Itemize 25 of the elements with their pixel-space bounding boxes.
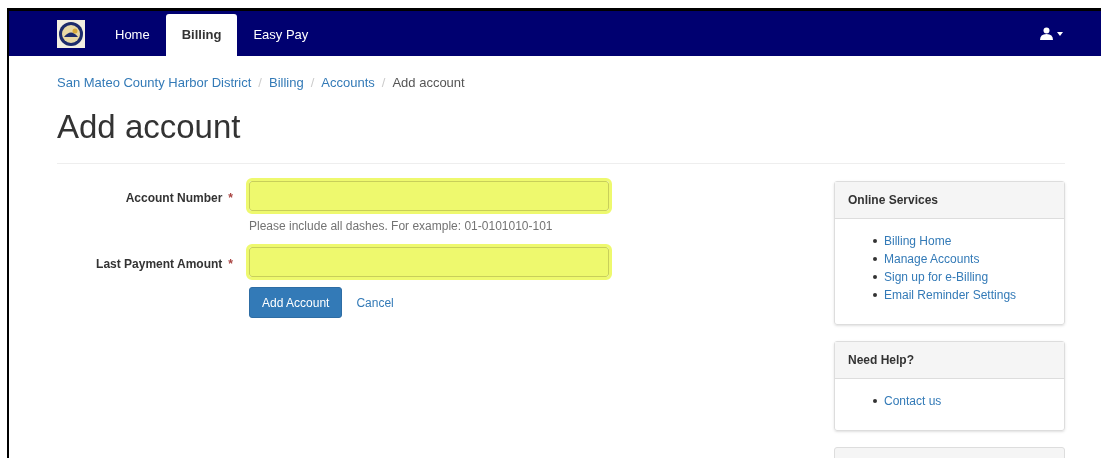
breadcrumb-current: Add account [392,74,465,93]
cancel-link[interactable]: Cancel [346,293,404,312]
nav-tab[interactable]: Easy Pay [237,14,325,56]
required-mark: * [228,256,233,273]
panel-link[interactable]: Billing Home [884,232,952,250]
breadcrumb-link[interactable]: Accounts [321,73,375,93]
panel-link[interactable]: Email Reminder Settings [884,286,1017,304]
help-text: Please include all dashes. For example: 01-0101010-101 [249,218,554,235]
breadcrumb-separator: / [310,74,315,93]
breadcrumb-separator: / [381,74,386,93]
required-mark: * [228,190,233,207]
breadcrumb-separator: / [258,74,262,93]
field-label: Last Payment Amount [96,256,223,273]
panel-link[interactable]: Contact us [884,392,942,410]
panel-title: Online Services [848,192,939,209]
field-label: Account Number [125,190,223,207]
nav-tab[interactable]: Billing [165,14,238,56]
panel-link[interactable]: Sign up for e-Billing [884,268,989,286]
nav-tab[interactable]: Home [99,14,166,56]
panel-link[interactable]: Manage Accounts [884,250,980,268]
panel-title: Need Help? [848,352,914,369]
breadcrumb-link[interactable]: San Mateo County Harbor District [57,73,252,93]
page-title: Add account [57,107,242,147]
breadcrumb-link[interactable]: Billing [269,73,304,93]
add-account-button[interactable]: Add Account [249,287,343,318]
